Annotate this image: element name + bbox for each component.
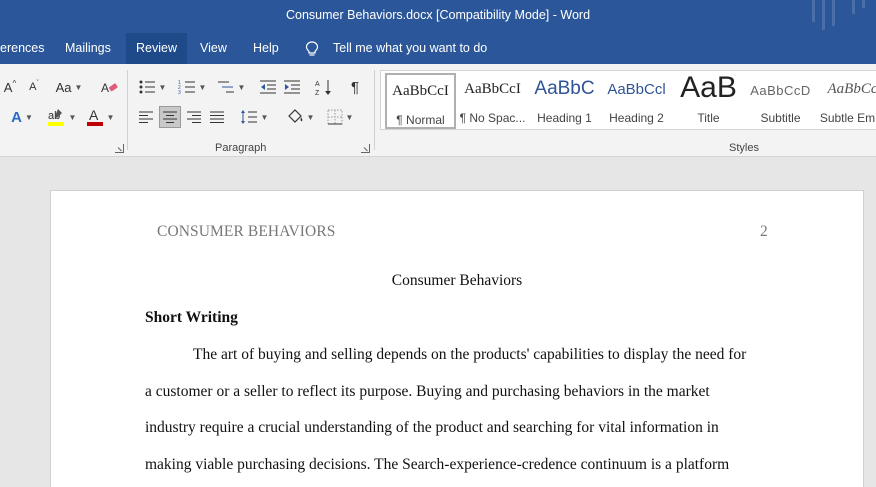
align-center-icon <box>163 111 177 123</box>
increase-indent-icon <box>284 80 300 94</box>
sort-button[interactable]: AZ <box>313 76 335 98</box>
bullets-icon <box>139 80 155 94</box>
svg-text:A: A <box>315 81 320 88</box>
style-normal-name: ¶ Normal <box>396 113 445 127</box>
show-formatting-marks-button[interactable]: ¶ <box>345 76 365 98</box>
decrease-indent-button[interactable] <box>258 76 278 98</box>
title-bar-decoration <box>852 0 855 14</box>
shrink-font-button[interactable]: Aˇ <box>26 76 42 98</box>
document-page[interactable]: CONSUMER BEHAVIORS 2 Consumer Behaviors … <box>50 190 864 487</box>
document-area[interactable]: CONSUMER BEHAVIORS 2 Consumer Behaviors … <box>0 157 876 487</box>
style-heading-1-sample: AaBbC <box>534 78 595 99</box>
borders-button[interactable]: ▼ <box>324 106 356 128</box>
page-number: 2 <box>760 223 768 240</box>
increase-indent-button[interactable] <box>282 76 302 98</box>
highlight-button[interactable]: ab ▼ <box>44 106 78 128</box>
tell-me-label: Tell me what you want to do <box>333 41 488 55</box>
paragraph-dialog-launcher[interactable] <box>361 144 370 153</box>
title-bar-decoration <box>812 0 815 22</box>
section-heading: Short Writing <box>145 309 238 326</box>
style-normal[interactable]: AaBbCcI ¶ Normal <box>385 73 456 129</box>
tab-mailings[interactable]: Mailings <box>55 33 121 64</box>
align-left-icon <box>139 111 153 123</box>
style-heading-1-name: Heading 1 <box>537 111 592 125</box>
document-title: Consumer Behaviors <box>391 272 523 289</box>
lightbulb-icon <box>305 41 319 56</box>
multilevel-list-button[interactable]: ▼ <box>215 76 247 98</box>
numbering-button[interactable]: 1 2 3 ▼ <box>176 76 208 98</box>
style-heading-2-name: Heading 2 <box>609 111 664 125</box>
title-bar-decoration <box>862 0 865 8</box>
styles-gallery: AaBbCcI ¶ Normal AaBbCcI ¶ No Spac... Aa… <box>380 70 876 130</box>
style-no-spacing-sample: AaBbCcI <box>464 81 521 97</box>
tab-review[interactable]: Review <box>126 33 187 64</box>
styles-group-label: Styles <box>729 142 759 154</box>
font-color-icon: A <box>86 107 103 126</box>
group-separator <box>127 70 128 150</box>
numbering-icon: 123 <box>178 80 195 95</box>
body-line: The art of buying and selling depends on… <box>193 346 747 363</box>
align-right-icon <box>187 111 201 123</box>
tab-references[interactable]: erences <box>0 33 54 64</box>
style-title-sample: AaB <box>680 73 737 104</box>
style-no-spacing[interactable]: AaBbCcI ¶ No Spac... <box>457 73 528 129</box>
title-bar-decoration <box>822 0 825 30</box>
eraser-icon: A <box>101 81 118 95</box>
title-bar: Consumer Behaviors.docx [Compatibility M… <box>0 0 876 33</box>
style-subtitle-name: Subtitle <box>760 111 801 125</box>
decrease-indent-icon <box>260 80 276 94</box>
style-subtitle-sample: AaBbCcD <box>750 83 811 98</box>
borders-icon <box>327 109 343 125</box>
style-subtle-emphasis[interactable]: AaBbCc Subtle Em... <box>817 73 876 129</box>
word-window: Consumer Behaviors.docx [Compatibility M… <box>0 0 876 487</box>
style-title[interactable]: AaB Title <box>673 73 744 129</box>
style-no-spacing-name: ¶ No Spac... <box>459 111 526 125</box>
grow-font-button[interactable]: A ^ <box>2 76 18 98</box>
line-spacing-button[interactable]: ▼ <box>238 106 270 128</box>
change-case-button[interactable]: Aa ▼ <box>54 76 84 98</box>
body-line: making viable purchasing decisions. The … <box>145 456 730 473</box>
bullets-button[interactable]: ▼ <box>136 76 168 98</box>
text-effects-button[interactable]: A ▼ <box>6 106 38 128</box>
svg-text:Z: Z <box>315 90 320 96</box>
font-dialog-launcher[interactable] <box>115 144 124 153</box>
window-title: Consumer Behaviors.docx [Compatibility M… <box>285 8 591 22</box>
align-center-button[interactable] <box>159 106 181 128</box>
style-heading-2-sample: AaBbCcl <box>607 81 666 98</box>
body-line: a customer or a seller to reflect its pu… <box>145 383 710 400</box>
paint-bucket-icon <box>287 109 302 123</box>
svg-text:3: 3 <box>178 90 181 95</box>
change-case-label: Aa <box>55 79 72 95</box>
ribbon: A ^ Aˇ Aa ▼ A A ▼ ab ▼ A ▼ ▼ 1 2 3 ▼ ▼ A… <box>0 64 876 157</box>
ribbon-tabs: erences Mailings Review View Help Tell m… <box>0 33 876 64</box>
style-heading-2[interactable]: AaBbCcl Heading 2 <box>601 73 672 129</box>
style-subtitle[interactable]: AaBbCcD Subtitle <box>745 73 816 129</box>
style-normal-sample: AaBbCcI <box>392 83 449 99</box>
svg-text:A: A <box>89 107 99 123</box>
style-title-name: Title <box>697 111 720 125</box>
align-right-button[interactable] <box>184 106 204 128</box>
svg-text:A: A <box>101 81 109 95</box>
multilevel-list-icon <box>217 81 234 93</box>
align-left-button[interactable] <box>136 106 156 128</box>
line-spacing-icon <box>240 110 257 124</box>
style-subtle-emphasis-name: Subtle Em... <box>819 111 876 125</box>
paragraph-group-label: Paragraph <box>215 142 267 154</box>
running-header: CONSUMER BEHAVIORS <box>157 223 336 240</box>
sort-icon: AZ <box>315 80 331 96</box>
style-subtle-emphasis-sample: AaBbCc <box>827 81 876 97</box>
justify-button[interactable] <box>207 106 227 128</box>
style-heading-1[interactable]: AaBbC Heading 1 <box>529 73 600 129</box>
group-separator <box>374 70 375 150</box>
justify-icon <box>210 111 224 123</box>
title-bar-decoration <box>832 0 835 26</box>
tab-help[interactable]: Help <box>243 33 289 64</box>
tab-view[interactable]: View <box>190 33 237 64</box>
clear-formatting-button[interactable]: A <box>99 76 119 98</box>
font-color-button[interactable]: A ▼ <box>83 106 117 128</box>
shading-button[interactable]: ▼ <box>284 106 316 128</box>
body-line: industry require a crucial understanding… <box>145 419 719 436</box>
highlighter-icon: ab <box>47 109 64 126</box>
